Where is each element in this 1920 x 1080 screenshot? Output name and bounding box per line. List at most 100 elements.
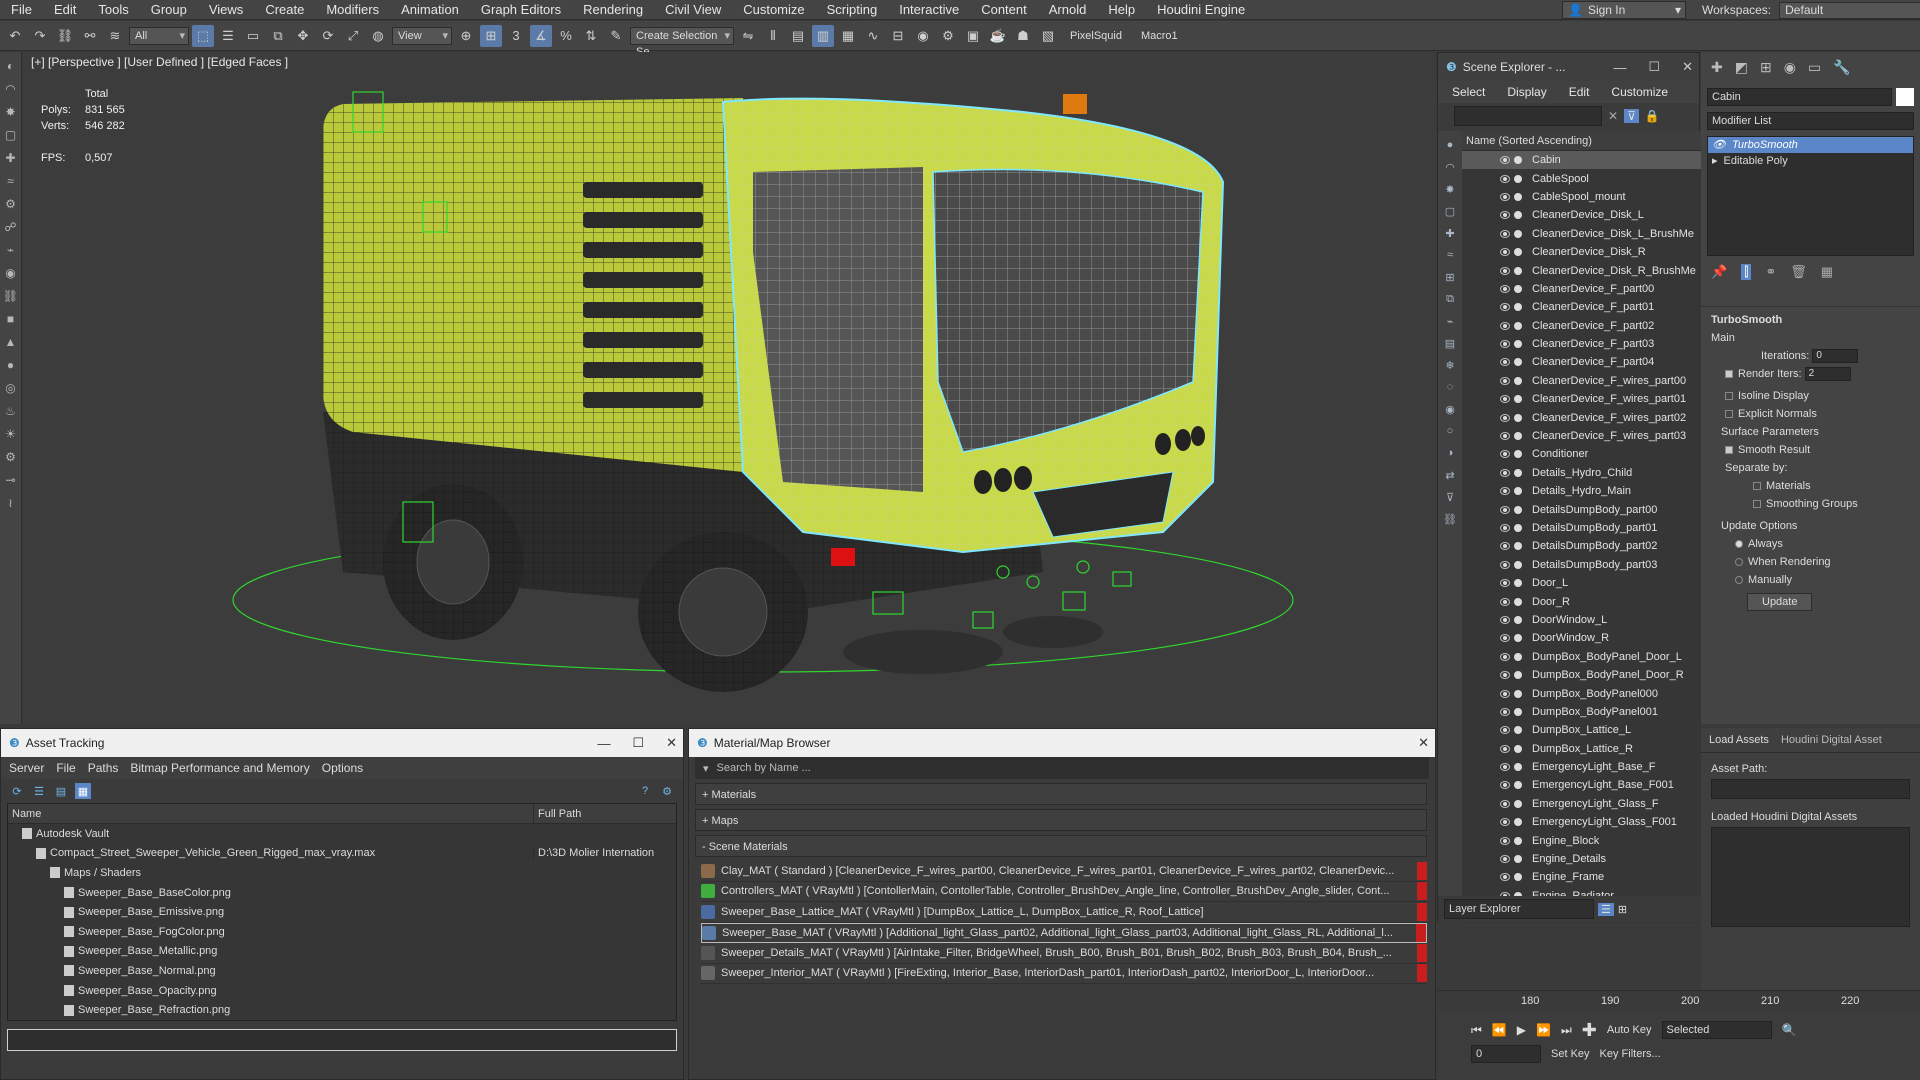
scene-list-item[interactable]: Engine_Block <box>1462 831 1701 849</box>
freeze-dot-icon[interactable] <box>1514 376 1522 385</box>
filter-funnel-icon[interactable]: ⊽ <box>1442 489 1458 505</box>
place-icon[interactable]: ◍ <box>367 25 389 47</box>
scene-list-item[interactable]: CleanerDevice_F_part02 <box>1462 317 1701 335</box>
display-shapes-icon[interactable]: ◠ <box>1442 159 1458 175</box>
maximize-icon[interactable]: ☐ <box>1648 59 1660 75</box>
layer-explorer-select[interactable]: Layer Explorer <box>1444 899 1594 919</box>
scene-list-item[interactable]: CableSpool <box>1462 169 1701 187</box>
scene-list-item[interactable]: DetailsDumpBody_part00 <box>1462 500 1701 518</box>
scene-list-item[interactable]: DumpBox_BodyPanel_Door_L <box>1462 648 1701 666</box>
viewport-label[interactable]: [+] [Perspective ] [User Defined ] [Edge… <box>31 55 288 69</box>
window-crossing-icon[interactable]: ⧉ <box>267 25 289 47</box>
workspace-select[interactable]: Default <box>1779 1 1920 19</box>
zoom-icon[interactable]: 🔍 <box>1782 1023 1797 1037</box>
tab-houdini-digital-asset[interactable]: Houdini Digital Asset <box>1781 734 1882 746</box>
reference-coordinate-dropdown[interactable]: View <box>392 26 452 45</box>
materials-checkbox[interactable] <box>1753 482 1761 491</box>
display-cameras-icon[interactable]: ▢ <box>1442 203 1458 219</box>
visibility-eye-icon[interactable] <box>1500 652 1510 661</box>
visibility-eye-icon[interactable] <box>1500 395 1510 404</box>
turbosmooth-rollout-title[interactable]: TurboSmooth <box>1701 311 1920 329</box>
freeze-dot-icon[interactable] <box>1514 413 1522 422</box>
freeze-dot-icon[interactable] <box>1514 211 1522 220</box>
scene-list-item[interactable]: Door_L <box>1462 574 1701 592</box>
dependencies-icon[interactable]: ⛓ <box>1442 511 1458 527</box>
rendered-frame-window-icon[interactable]: ▣ <box>962 25 984 47</box>
create-icon[interactable]: ◐ <box>3 58 19 74</box>
layer-view-icon[interactable]: ☰ <box>1598 902 1614 916</box>
teapot-icon[interactable]: ♨ <box>3 403 19 419</box>
freeze-dot-icon[interactable] <box>1514 303 1522 312</box>
menu-item-arnold[interactable]: Arnold <box>1038 0 1098 20</box>
settings-icon[interactable]: ⚙ <box>659 783 675 799</box>
scene-list-item[interactable]: DetailsDumpBody_part03 <box>1462 556 1701 574</box>
select-by-name-icon[interactable]: ☰ <box>217 25 239 47</box>
sign-in-button[interactable]: 👤 Sign In ▾ <box>1562 1 1686 19</box>
visibility-eye-icon[interactable] <box>1500 284 1510 293</box>
menu-item-rendering[interactable]: Rendering <box>572 0 654 20</box>
render-iters-checkbox[interactable] <box>1725 370 1733 379</box>
rectangle-selection-icon[interactable]: ▭ <box>242 25 264 47</box>
scene-material-item[interactable]: Clay_MAT ( Standard ) [CleanerDevice_F_w… <box>701 861 1427 882</box>
menu-item-houdini-engine[interactable]: Houdini Engine <box>1146 0 1256 20</box>
scene-list-item[interactable]: DoorWindow_L <box>1462 611 1701 629</box>
visibility-eye-icon[interactable] <box>1500 376 1510 385</box>
render-iters-spinner[interactable]: 2 <box>1804 367 1851 382</box>
schematic-view-icon[interactable]: ⊟ <box>887 25 909 47</box>
pixelsquid-label[interactable]: PixelSquid <box>1062 30 1130 42</box>
torus-icon[interactable]: ◎ <box>3 380 19 396</box>
object-name-field[interactable]: Cabin <box>1707 88 1892 106</box>
clear-search-icon[interactable]: ✕ <box>1608 109 1618 123</box>
table-row[interactable]: Sweeper_Base_Refraction.png <box>8 1000 676 1020</box>
scene-list-item[interactable]: Door_R <box>1462 592 1701 610</box>
key-filters-button[interactable]: Key Filters... <box>1600 1048 1661 1060</box>
gear-icon[interactable]: ⚙ <box>3 449 19 465</box>
menu-item-views[interactable]: Views <box>198 0 254 20</box>
box-icon[interactable]: ■ <box>3 311 19 327</box>
sun-icon[interactable]: ☀ <box>3 426 19 442</box>
render-active-shade-icon[interactable]: ▧ <box>1037 25 1059 47</box>
render-production-icon[interactable]: ☕ <box>987 25 1009 47</box>
visibility-eye-icon[interactable] <box>1500 192 1510 201</box>
freeze-dot-icon[interactable] <box>1514 671 1522 680</box>
maximize-icon[interactable]: ☐ <box>632 735 644 751</box>
visibility-eye-icon[interactable] <box>1500 229 1510 238</box>
freeze-dot-icon[interactable] <box>1514 579 1522 588</box>
visibility-eye-icon[interactable] <box>1500 174 1510 183</box>
table-row[interactable]: Sweeper_Base_Normal.png <box>8 961 676 981</box>
scene-list-header[interactable]: Name (Sorted Ascending) <box>1462 131 1701 151</box>
align-icon[interactable]: ⫴ <box>762 25 784 47</box>
scene-material-item[interactable]: Sweeper_Interior_MAT ( VRayMtl ) [FireEx… <box>701 964 1427 984</box>
visibility-eye-icon[interactable] <box>1500 413 1510 422</box>
ik-icon[interactable]: ☍ <box>3 219 19 235</box>
freeze-dot-icon[interactable] <box>1514 487 1522 496</box>
key-mode-select[interactable]: Selected <box>1661 1021 1772 1039</box>
refresh-icon[interactable]: ⟳ <box>9 783 25 799</box>
section-maps[interactable]: + Maps <box>695 809 1427 831</box>
scene-search-input[interactable] <box>1454 106 1602 126</box>
visibility-eye-icon[interactable] <box>1500 321 1510 330</box>
bind-spacewarp-icon[interactable]: ≋ <box>104 25 126 47</box>
column-full-path[interactable]: Full Path <box>533 804 663 823</box>
scene-list-item[interactable]: CleanerDevice_Disk_L_BrushMe <box>1462 225 1701 243</box>
visibility-eye-icon[interactable] <box>1500 836 1510 845</box>
modifier-list-dropdown[interactable]: Modifier List <box>1707 112 1914 130</box>
light-bulb-icon[interactable]: ◉ <box>3 265 19 281</box>
scene-list-item[interactable]: CleanerDevice_Disk_L <box>1462 206 1701 224</box>
freeze-dot-icon[interactable] <box>1514 652 1522 661</box>
next-frame-icon[interactable]: ⏩ <box>1536 1023 1551 1037</box>
object-color-swatch[interactable] <box>1896 88 1914 106</box>
freeze-dot-icon[interactable] <box>1514 284 1522 293</box>
freeze-dot-icon[interactable] <box>1514 192 1522 201</box>
scene-menu-edit[interactable]: Edit <box>1569 85 1590 99</box>
close-icon[interactable]: ✕ <box>1682 59 1693 75</box>
helpers-icon[interactable]: ✚ <box>3 150 19 166</box>
bones-icon[interactable]: ⌁ <box>3 242 19 258</box>
scene-list-item[interactable]: EmergencyLight_Glass_F <box>1462 795 1701 813</box>
freeze-dot-icon[interactable] <box>1514 615 1522 624</box>
visibility-eye-icon[interactable] <box>1500 524 1510 532</box>
link-icon[interactable]: ⛓ <box>54 25 76 47</box>
scene-list-item[interactable]: DetailsDumpBody_part01 <box>1462 519 1701 537</box>
help-icon[interactable]: ? <box>637 783 653 799</box>
snaps-toggle-icon[interactable]: 3 <box>505 25 527 47</box>
